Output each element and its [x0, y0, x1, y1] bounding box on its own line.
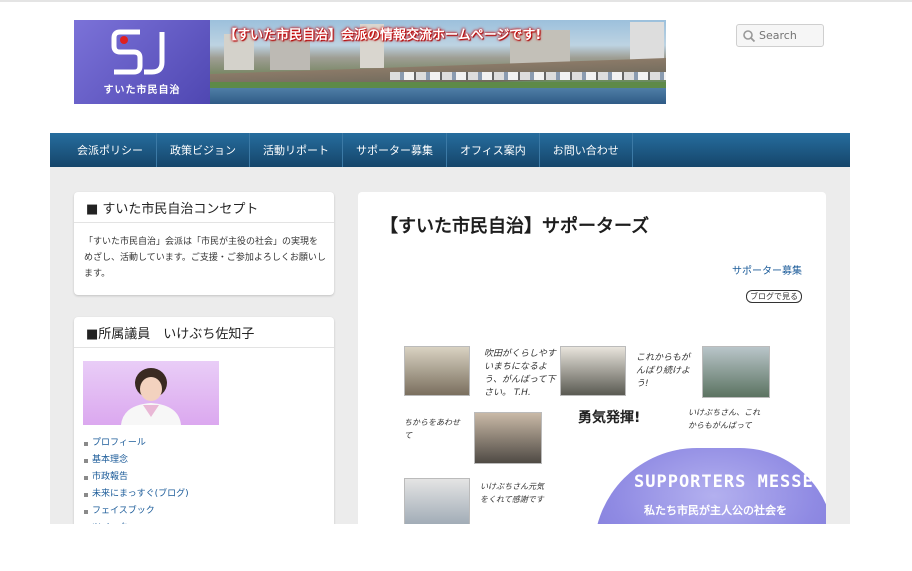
supporter-note-1: 吹田がくらしやすいまちになるよう、がんばって下さい。 T.H. — [484, 349, 556, 398]
facebook-link[interactable]: フェイスブック — [84, 503, 334, 520]
bullet-icon — [84, 441, 88, 446]
blog-link-side[interactable]: 未来にまっすぐ(ブログ) — [84, 486, 334, 503]
supporter-note-4: 勇気発揮! — [578, 410, 641, 426]
supporters-collage: 吹田がくらしやすいまちになるよう、がんばって下さい。 T.H. これからもがんば… — [404, 346, 826, 532]
nav-item-report[interactable]: 活動リポート — [250, 133, 343, 167]
bullet-icon — [84, 509, 88, 514]
bullet-icon — [84, 475, 88, 480]
profile-links: プロフィール 基本理念 市政報告 未来にまっすぐ(ブログ) フェイスブック ツイ… — [84, 435, 334, 537]
concept-widget-title: ■ すいた市民自治コンセプト — [74, 192, 334, 223]
supporter-note-6: いけぶちさん元気をくれて感謝です — [480, 482, 545, 504]
main-article: 【すいた市民自治】サポーターズ サポーター募集 ブログで見る 吹田がくらしやすい… — [358, 192, 826, 532]
philosophy-link[interactable]: 基本理念 — [84, 452, 334, 469]
supporter-note-5: いけぶちさん、これからもがんばって — [688, 408, 761, 430]
photo-indoor — [404, 478, 470, 530]
main-nav: 会派ポリシー 政策ビジョン 活動リポート サポーター募集 オフィス案内 お問い合… — [50, 133, 850, 167]
bullet-icon — [84, 458, 88, 463]
message-title: SUPPORTERS MESSE — [634, 472, 814, 492]
profile-link-label[interactable]: プロフィール — [92, 435, 146, 452]
supporters-message-banner: SUPPORTERS MESSE 私たち市民が主人公の社会を — [594, 448, 826, 532]
banner-title: 【すいた市民自治】会派の情報交流ホームページです! — [224, 28, 542, 43]
nav-item-policy[interactable]: 会派ポリシー — [50, 133, 157, 167]
member-portrait-icon — [121, 368, 181, 425]
profile-link[interactable]: プロフィール — [84, 435, 334, 452]
banner-photo: 【すいた市民自治】会派の情報交流ホームページです! — [210, 20, 666, 104]
member-widget: ■所属議員 いけぶち佐知子 プロフィール 基本理念 市政報告 未来にまっすぐ(ブ… — [74, 317, 334, 537]
nav-item-vision[interactable]: 政策ビジョン — [157, 133, 250, 167]
search-input[interactable] — [756, 29, 819, 42]
avatar[interactable] — [83, 361, 219, 425]
logo-text: すいた市民自治 — [103, 85, 181, 96]
photo-group — [474, 412, 542, 464]
header-banner[interactable]: すいた市民自治 【すいた市民自治】会派の情報交流ホームページです! — [74, 20, 666, 104]
nav-item-contact[interactable]: お問い合わせ — [540, 133, 633, 167]
concept-widget-body: 「すいた市民自治」会派は「市民が主役の社会」の実現をめざし、活動しています。ご支… — [84, 237, 326, 279]
search-box[interactable] — [736, 24, 824, 47]
message-subtitle: 私たち市民が主人公の社会を — [644, 504, 787, 517]
report-link[interactable]: 市政報告 — [84, 469, 334, 486]
report-link-label[interactable]: 市政報告 — [92, 469, 128, 486]
bullet-icon — [84, 492, 88, 497]
member-widget-title: ■所属議員 いけぶち佐知子 — [74, 317, 334, 348]
concept-widget: ■ すいた市民自治コンセプト 「すいた市民自治」会派は「市民が主役の社会」の実現… — [74, 192, 334, 295]
photo-meeting — [404, 346, 470, 396]
logo-sj-icon — [111, 29, 165, 75]
photo-outdoor — [702, 346, 770, 398]
photo-speech — [560, 346, 626, 396]
supporter-note-3: ちからをあわせて — [404, 418, 460, 440]
supporter-note-2: これからもがんばり続けよう! — [636, 353, 691, 389]
top-border — [0, 0, 912, 2]
nav-item-office[interactable]: オフィス案内 — [447, 133, 540, 167]
category-link[interactable]: サポーター募集 — [732, 262, 802, 277]
site-logo[interactable]: すいた市民自治 — [74, 20, 210, 104]
view-blog-button[interactable]: ブログで見る — [746, 290, 802, 303]
page-title: 【すいた市民自治】サポーターズ — [380, 216, 650, 237]
footer-whitespace — [0, 524, 912, 571]
nav-item-supporters[interactable]: サポーター募集 — [343, 133, 447, 167]
philosophy-link-label[interactable]: 基本理念 — [92, 452, 128, 469]
search-icon[interactable] — [742, 29, 756, 43]
facebook-link-label[interactable]: フェイスブック — [92, 503, 155, 520]
blog-link-side-label[interactable]: 未来にまっすぐ(ブログ) — [92, 486, 189, 503]
